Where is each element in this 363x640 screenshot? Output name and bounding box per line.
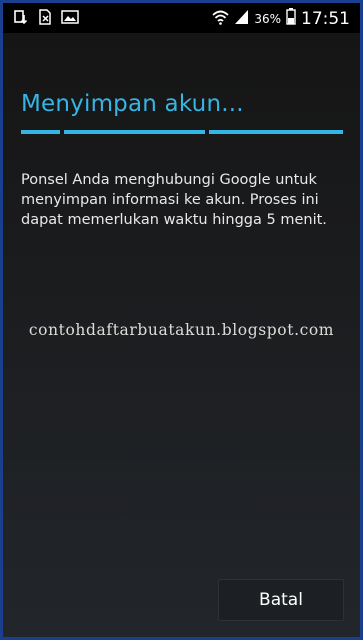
signal-icon bbox=[234, 9, 249, 29]
notification-icons bbox=[13, 9, 79, 25]
cancel-button[interactable]: Batal bbox=[218, 579, 344, 621]
watermark: contohdaftarbuatakun.blogspot.com bbox=[28, 321, 335, 339]
usb-download-icon bbox=[13, 9, 29, 25]
image-icon bbox=[61, 9, 79, 25]
dialog-message: Ponsel Anda menghubungi Google untuk men… bbox=[21, 172, 327, 228]
battery-percent: 36% bbox=[254, 11, 281, 26]
progress-segment bbox=[21, 130, 60, 134]
battery-icon bbox=[286, 8, 296, 29]
status-bar: 36% 17:51 bbox=[3, 3, 360, 33]
dialog: Menyimpan akun... Ponsel Anda menghubung… bbox=[3, 33, 360, 637]
screen-frame: 36% 17:51 Menyimpan akun... Ponsel Anda … bbox=[3, 3, 360, 637]
dialog-title: Menyimpan akun... bbox=[21, 91, 244, 117]
progress-indicator bbox=[21, 130, 343, 134]
progress-segment bbox=[209, 130, 343, 134]
progress-segment bbox=[64, 130, 205, 134]
sim-card-icon bbox=[37, 9, 53, 25]
system-status: 36% 17:51 bbox=[212, 8, 350, 29]
clock: 17:51 bbox=[301, 8, 350, 29]
wifi-icon bbox=[212, 9, 229, 29]
